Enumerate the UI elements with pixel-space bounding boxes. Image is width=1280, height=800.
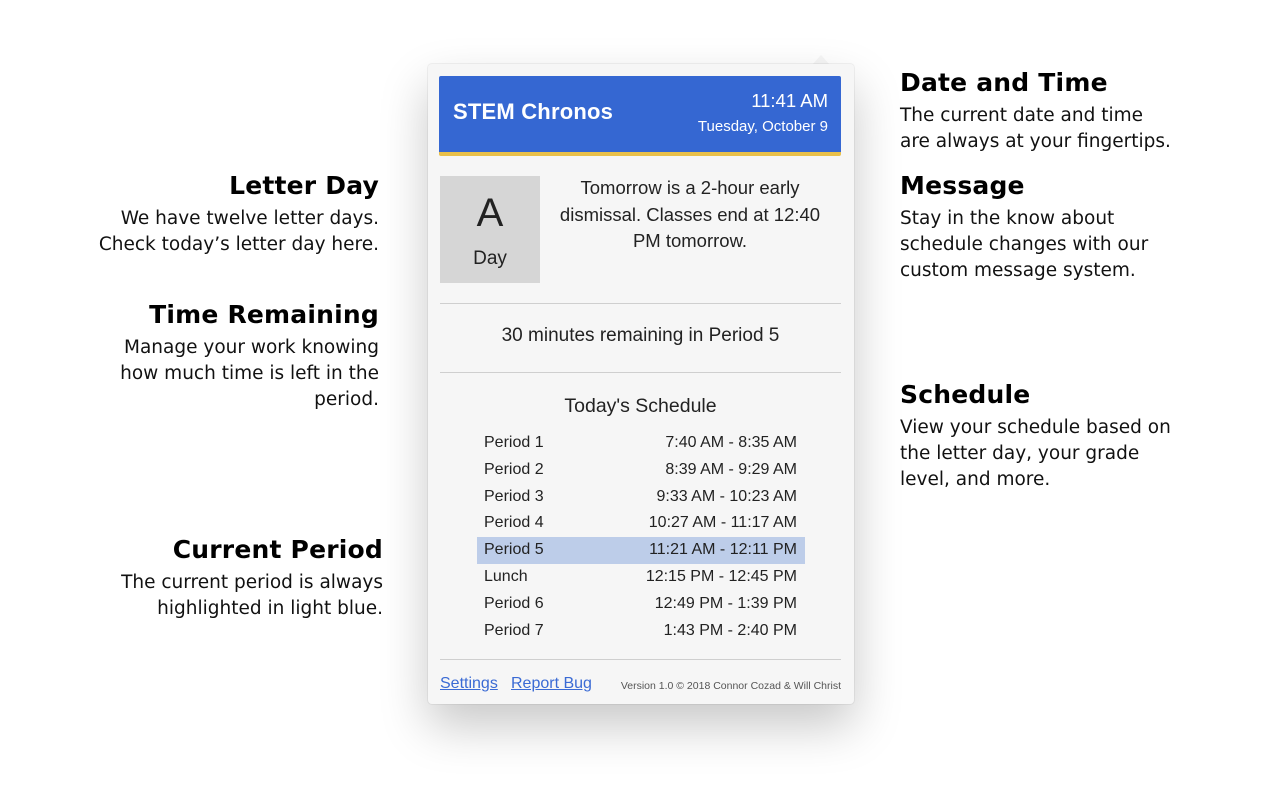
schedule-row: Period 7 1:43 PM - 2:40 PM (477, 618, 805, 645)
schedule-row: Period 3 9:33 AM - 10:23 AM (477, 484, 805, 511)
current-date: Tuesday, October 9 (697, 118, 828, 135)
schedule-period-name: Period 3 (484, 487, 544, 505)
app-popover: STEM Chronos 11:41 AM Tuesday, October 9… (428, 64, 854, 704)
message-annotation: Message Stay in the know about schedule … (900, 171, 1148, 284)
annotation-title: Date and Time (900, 68, 1108, 97)
stage: Letter Day We have twelve letter days. C… (0, 0, 1280, 800)
annotation-text: The current date and time are always at … (900, 105, 1171, 152)
letter-day-box: A Day (440, 176, 540, 283)
schedule-period-time: 9:33 AM - 10:23 AM (656, 487, 797, 505)
app-header: STEM Chronos 11:41 AM Tuesday, October 9 (439, 76, 841, 156)
schedule-row: Period 6 12:49 PM - 1:39 PM (477, 591, 805, 618)
report-bug-link[interactable]: Report Bug (511, 675, 592, 693)
schedule-title: Today's Schedule (564, 395, 717, 417)
schedule-period-time: 12:49 PM - 1:39 PM (654, 594, 797, 612)
date-time-annotation: Date and Time The current date and time … (900, 68, 1171, 155)
annotation-title: Letter Day (229, 171, 379, 200)
time-remaining-annotation: Time Remaining Manage your work knowing … (120, 300, 379, 413)
schedule-period-name: Period 4 (484, 514, 544, 532)
annotation-title: Time Remaining (149, 300, 379, 329)
schedule-row: Period 2 8:39 AM - 9:29 AM (477, 457, 805, 484)
settings-link[interactable]: Settings (440, 675, 498, 693)
annotation-text: View your schedule based on the letter d… (900, 417, 1171, 490)
letter-day-annotation: Letter Day We have twelve letter days. C… (99, 171, 379, 258)
current-time: 11:41 AM (751, 90, 828, 111)
schedule-period-time: 11:21 AM - 12:11 PM (649, 541, 797, 559)
schedule-period-name: Period 1 (484, 434, 544, 451)
letter-day-label: Day (473, 248, 507, 269)
annotation-title: Current Period (172, 535, 383, 564)
divider (440, 303, 841, 304)
schedule-period-time: 7:40 AM - 8:35 AM (665, 434, 797, 451)
schedule-period-time: 12:15 PM - 12:45 PM (645, 567, 797, 585)
schedule-period-name: Period 2 (484, 460, 544, 478)
schedule-annotation: Schedule View your schedule based on the… (900, 380, 1171, 493)
annotation-text: The current period is always highlighted… (121, 572, 383, 619)
annotation-text: Stay in the know about schedule changes … (900, 208, 1149, 281)
schedule-period-time: 8:39 AM - 9:29 AM (665, 460, 797, 478)
time-remaining-text: 30 minutes remaining in Period 5 (501, 325, 780, 346)
message-text: Tomorrow is a 2-hour early dismissal. Cl… (559, 177, 821, 251)
annotation-text: Manage your work knowing how much time i… (120, 337, 379, 410)
annotation-title: Message (900, 171, 1025, 200)
divider (440, 372, 841, 373)
schedule-row-current: Period 5 11:21 AM - 12:11 PM (477, 537, 805, 564)
schedule-row: Period 1 7:40 AM - 8:35 AM (477, 430, 805, 457)
schedule-period-name: Period 7 (484, 621, 544, 639)
app-title: STEM Chronos (453, 99, 614, 124)
schedule-period-name: Period 6 (484, 594, 544, 612)
schedule-period-time: 1:43 PM - 2:40 PM (663, 621, 797, 639)
divider (440, 659, 841, 660)
annotation-text: We have twelve letter days. Check today’… (98, 208, 379, 255)
schedule-row: Period 4 10:27 AM - 11:17 AM (477, 510, 805, 537)
schedule-period-name: Lunch (484, 567, 528, 585)
schedule-period-time: 10:27 AM - 11:17 AM (648, 514, 797, 532)
schedule-table: Period 1 7:40 AM - 8:35 AM Period 2 8:39 AM… (477, 430, 805, 644)
letter-day-letter: A (476, 191, 504, 235)
annotation-title: Schedule (900, 380, 1031, 409)
schedule-row: Lunch 12:15 PM - 12:45 PM (477, 564, 805, 591)
schedule-period-name: Period 5 (484, 541, 544, 559)
version-text: Version 1.0 © 2018 Connor Cozad & Will C… (620, 680, 841, 692)
current-period-annotation: Current Period The current period is alw… (121, 535, 383, 622)
